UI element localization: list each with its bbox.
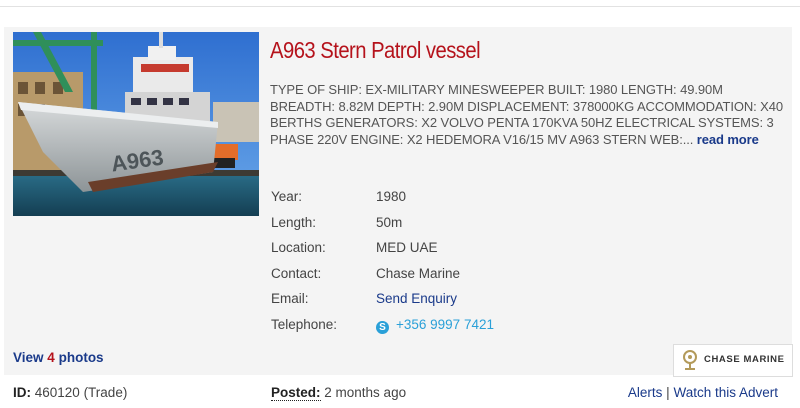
spec-label: Contact:: [271, 265, 322, 281]
advert-actions: Alerts | Watch this Advert: [628, 385, 778, 400]
ship-wheel-emblem-icon: [683, 350, 697, 370]
telephone-link[interactable]: +356 9997 7421: [396, 317, 494, 332]
posted-value: 2 months ago: [324, 385, 407, 400]
send-enquiry-link[interactable]: Send Enquiry: [376, 291, 457, 306]
posted-label: Posted:: [271, 385, 321, 401]
view-photos-suffix: photos: [58, 350, 104, 365]
id-label: ID:: [13, 385, 31, 400]
spec-label: Length:: [271, 214, 317, 230]
spec-label: Year:: [271, 189, 303, 204]
view-photos-link[interactable]: View 4 photos: [13, 350, 104, 365]
watch-advert-link[interactable]: Watch this Advert: [673, 385, 778, 400]
spec-label: Location:: [271, 240, 326, 255]
actions-separator: |: [666, 385, 670, 400]
posted-info: Posted: 2 months ago: [271, 385, 407, 401]
spec-label: Telephone:: [271, 316, 338, 332]
listing-id: ID: 460120 (Trade): [13, 385, 127, 400]
spec-value-year: 1980: [376, 189, 407, 204]
spec-value-contact: Chase Marine: [376, 265, 461, 281]
telephone-value: S +356 9997 7421: [376, 317, 494, 334]
listing-title[interactable]: A963 Stern Patrol vessel: [270, 37, 481, 64]
spec-value-location: MED UAE: [376, 240, 438, 255]
listing-photo[interactable]: A963: [13, 32, 259, 216]
spec-label: Email:: [271, 291, 309, 306]
seller-logo[interactable]: CHASE MARINE: [673, 344, 793, 377]
skype-icon: S: [376, 320, 389, 334]
alerts-link[interactable]: Alerts: [628, 385, 663, 400]
id-value: 460120 (Trade): [34, 385, 128, 400]
photo-count: 4: [47, 350, 55, 365]
listing-description: TYPE OF SHIP: EX-MILITARY MINESWEEPER BU…: [270, 82, 790, 148]
view-photos-prefix: View: [13, 350, 44, 365]
top-divider: [0, 0, 800, 7]
seller-logo-text: CHASE MARINE: [704, 354, 785, 365]
read-more-link[interactable]: read more: [697, 132, 759, 147]
spec-value-length: 50m: [376, 214, 403, 230]
